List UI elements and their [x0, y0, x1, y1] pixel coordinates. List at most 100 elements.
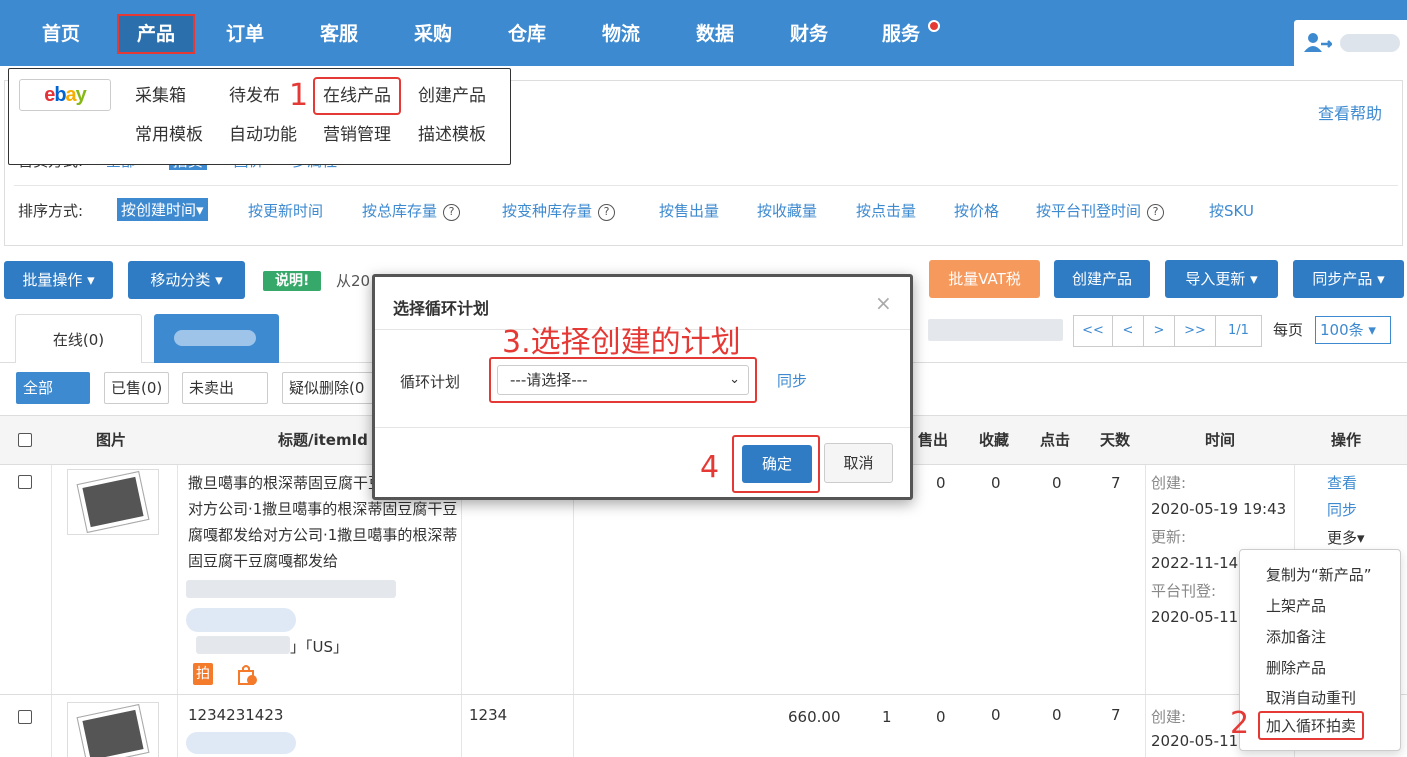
- menu-delete-product[interactable]: 删除产品: [1266, 657, 1326, 678]
- menu-common-templates[interactable]: 常用模板: [135, 122, 203, 148]
- sort-by-sales[interactable]: 按售出量: [659, 200, 719, 221]
- created-label: 创建:: [1151, 708, 1187, 726]
- nav-home[interactable]: 首页: [28, 14, 94, 54]
- chevron-down-icon: ⌄: [729, 372, 740, 387]
- sync-plans-link[interactable]: 同步: [777, 370, 807, 391]
- row-checkbox[interactable]: [18, 475, 32, 489]
- divider: [375, 427, 910, 428]
- user-icon: [1304, 33, 1332, 52]
- ebay-logo[interactable]: ebay: [19, 79, 111, 111]
- menu-online-products[interactable]: 在线产品: [313, 77, 401, 115]
- note-badge: 说明!: [263, 271, 322, 291]
- pager-prev[interactable]: <: [1112, 315, 1144, 347]
- sort-by-sku[interactable]: 按SKU: [1209, 200, 1254, 221]
- favorite-count: 0: [991, 706, 1001, 724]
- product-dropdown-menu: ebay 采集箱 待发布 1 在线产品 创建产品 常用模板 自动功能 营销管理 …: [8, 68, 511, 165]
- sort-by-favorites[interactable]: 按收藏量: [757, 200, 817, 221]
- cycle-plan-value: ---请选择---: [510, 371, 588, 389]
- nav-orders[interactable]: 订单: [212, 14, 278, 54]
- product-title[interactable]: 1234231423: [188, 706, 283, 724]
- menu-add-note[interactable]: 添加备注: [1266, 626, 1326, 647]
- pager-last[interactable]: >>: [1174, 315, 1216, 347]
- more-dropdown-toggle[interactable]: 更多▾: [1327, 527, 1365, 548]
- select-all-checkbox[interactable]: [18, 433, 32, 447]
- menu-collection-box[interactable]: 采集箱: [135, 83, 186, 109]
- logo-letter: a: [65, 84, 77, 106]
- sold-count: 0: [936, 708, 946, 726]
- pager-first[interactable]: <<: [1073, 315, 1113, 347]
- nav-finance[interactable]: 财务: [776, 14, 842, 54]
- header-time: 时间: [1205, 431, 1236, 449]
- created-label: 创建:: [1151, 474, 1187, 492]
- status-sold[interactable]: 已售(0): [104, 372, 170, 404]
- product-thumbnail[interactable]: [67, 469, 159, 535]
- status-all[interactable]: 全部: [16, 372, 90, 404]
- menu-description-templates[interactable]: 描述模板: [418, 122, 486, 148]
- batch-operations-button[interactable]: 批量操作 ▾: [4, 261, 113, 299]
- nav-purchase[interactable]: 采购: [400, 14, 466, 54]
- nav-service[interactable]: 服务: [868, 14, 934, 54]
- header-actions: 操作: [1331, 431, 1362, 449]
- site-label: 」「US」: [290, 638, 349, 656]
- menu-auto-functions[interactable]: 自动功能: [229, 122, 297, 148]
- dialog-title: 选择循环计划: [393, 299, 490, 318]
- header-image: 图片: [96, 431, 127, 449]
- sort-total-stock-label: 按总库存量: [362, 202, 438, 220]
- sort-by-updated[interactable]: 按更新时间: [248, 200, 323, 221]
- menu-add-to-cyclic-auction[interactable]: 加入循环拍卖: [1258, 711, 1365, 740]
- sort-by-variant-stock[interactable]: 按变种库存量?: [502, 200, 616, 221]
- sold-count: 0: [936, 474, 946, 492]
- quantity: 1: [882, 708, 892, 726]
- view-link[interactable]: 查看: [1327, 472, 1357, 493]
- blurred-text: [196, 636, 290, 654]
- close-icon[interactable]: ×: [875, 291, 892, 315]
- status-suspected-deleted[interactable]: 疑似删除(0: [282, 372, 374, 404]
- user-menu[interactable]: [1294, 20, 1407, 66]
- menu-list-product[interactable]: 上架产品: [1266, 595, 1326, 616]
- menu-marketing[interactable]: 营销管理: [323, 122, 391, 148]
- tab-online[interactable]: 在线(0): [15, 314, 142, 363]
- menu-cancel-auto-relist[interactable]: 取消自动重刊: [1266, 687, 1356, 708]
- nav-warehouse[interactable]: 仓库: [494, 14, 560, 54]
- menu-pending-publish[interactable]: 待发布: [229, 83, 280, 109]
- menu-create-product[interactable]: 创建产品: [418, 83, 486, 109]
- confirm-button[interactable]: 确定: [742, 445, 812, 483]
- row-checkbox[interactable]: [18, 710, 32, 724]
- batch-vat-button[interactable]: 批量VAT税: [929, 260, 1040, 298]
- nav-data[interactable]: 数据: [682, 14, 748, 54]
- import-update-button[interactable]: 导入更新 ▾: [1165, 260, 1278, 298]
- status-unsold[interactable]: 未卖出: [182, 372, 268, 404]
- cycle-plan-select[interactable]: ---请选择--- ⌄: [497, 365, 749, 395]
- sync-link[interactable]: 同步: [1327, 499, 1357, 520]
- nav-customer-service[interactable]: 客服: [306, 14, 372, 54]
- create-product-button[interactable]: 创建产品: [1054, 260, 1150, 298]
- sort-by-price[interactable]: 按价格: [954, 200, 999, 221]
- header-favorites: 收藏: [979, 431, 1010, 449]
- sort-by-clicks[interactable]: 按点击量: [856, 200, 916, 221]
- created-time: 2020-05-11: [1151, 732, 1239, 750]
- note-text: 从20: [336, 272, 371, 290]
- listed-label: 平台刊登:: [1151, 582, 1217, 600]
- per-page-select[interactable]: 100条 ▾: [1315, 316, 1391, 344]
- cancel-button[interactable]: 取消: [824, 443, 893, 483]
- product-thumbnail[interactable]: [67, 702, 159, 757]
- listed-time: 2020-05-11: [1151, 608, 1239, 626]
- sort-by-listing-time[interactable]: 按平台刊登时间?: [1036, 200, 1165, 221]
- per-page-label: 每页: [1273, 321, 1304, 339]
- nav-logistics[interactable]: 物流: [588, 14, 654, 54]
- pager-next[interactable]: >: [1143, 315, 1175, 347]
- nav-products[interactable]: 产品: [117, 14, 195, 54]
- move-category-button[interactable]: 移动分类 ▾: [128, 261, 245, 299]
- help-link[interactable]: 查看帮助: [1318, 100, 1382, 124]
- price: 660.00: [788, 708, 841, 726]
- step-1-marker: 1: [289, 78, 309, 113]
- notification-dot: [928, 20, 940, 32]
- updated-time: 2022-11-14: [1151, 554, 1239, 572]
- header-days: 天数: [1100, 431, 1131, 449]
- sync-products-button[interactable]: 同步产品 ▾: [1293, 260, 1404, 298]
- menu-copy-as-new[interactable]: 复制为“新产品”: [1266, 564, 1372, 585]
- sort-by-created[interactable]: 按创建时间▾: [117, 198, 208, 221]
- tab-active[interactable]: [154, 314, 279, 363]
- cycle-plan-highlight: ---请选择--- ⌄: [489, 357, 757, 403]
- sort-by-total-stock[interactable]: 按总库存量?: [362, 200, 461, 221]
